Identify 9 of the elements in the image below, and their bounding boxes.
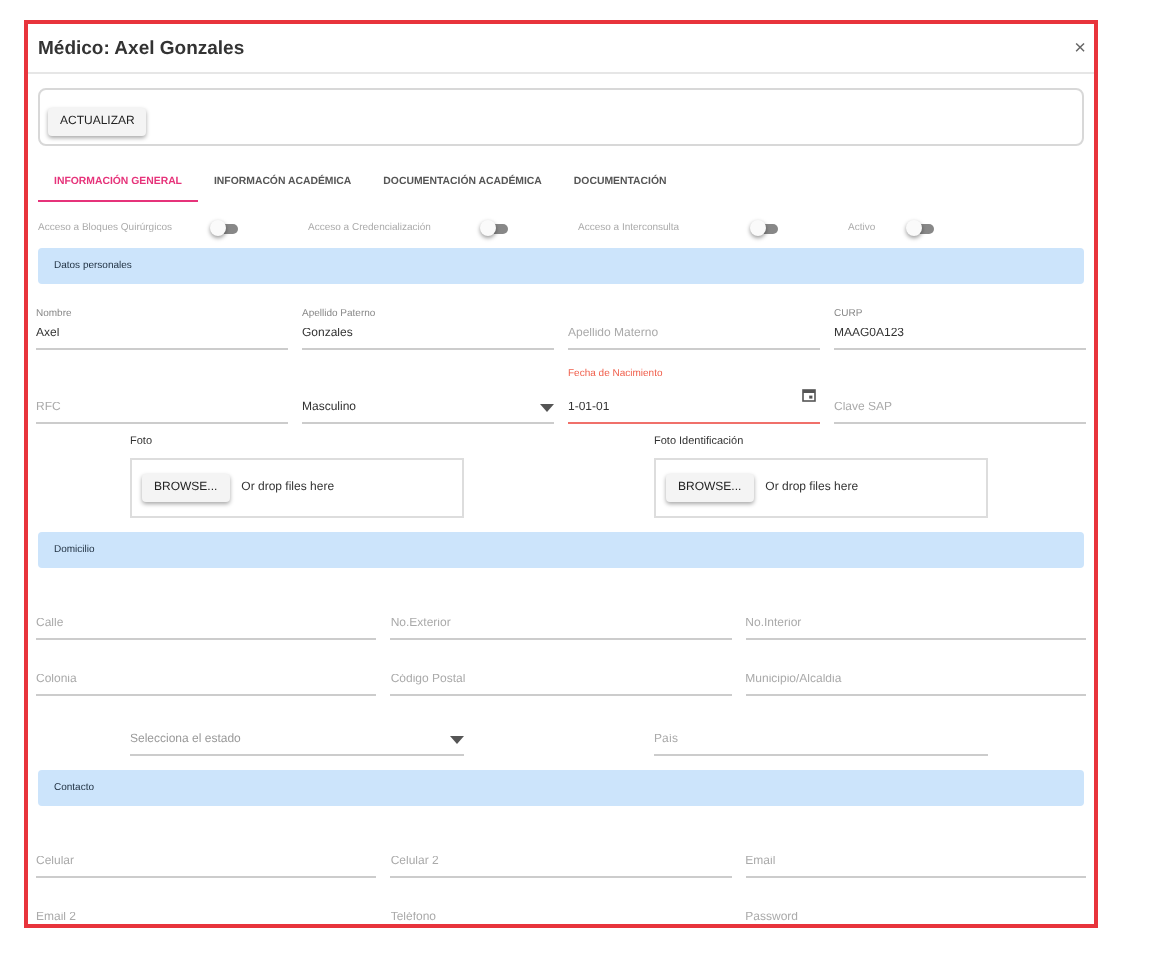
caret-icon [540, 404, 554, 412]
close-button[interactable]: × [1074, 38, 1086, 60]
toggle-switch[interactable] [482, 223, 508, 233]
calendar-icon [802, 387, 816, 401]
dialog-title: Médico: Axel Gonzales [38, 38, 245, 60]
caret-icon [450, 736, 464, 744]
toggle-switch[interactable] [752, 223, 778, 233]
toggle-switch[interactable] [212, 223, 238, 233]
toggle-switch[interactable] [908, 223, 934, 233]
